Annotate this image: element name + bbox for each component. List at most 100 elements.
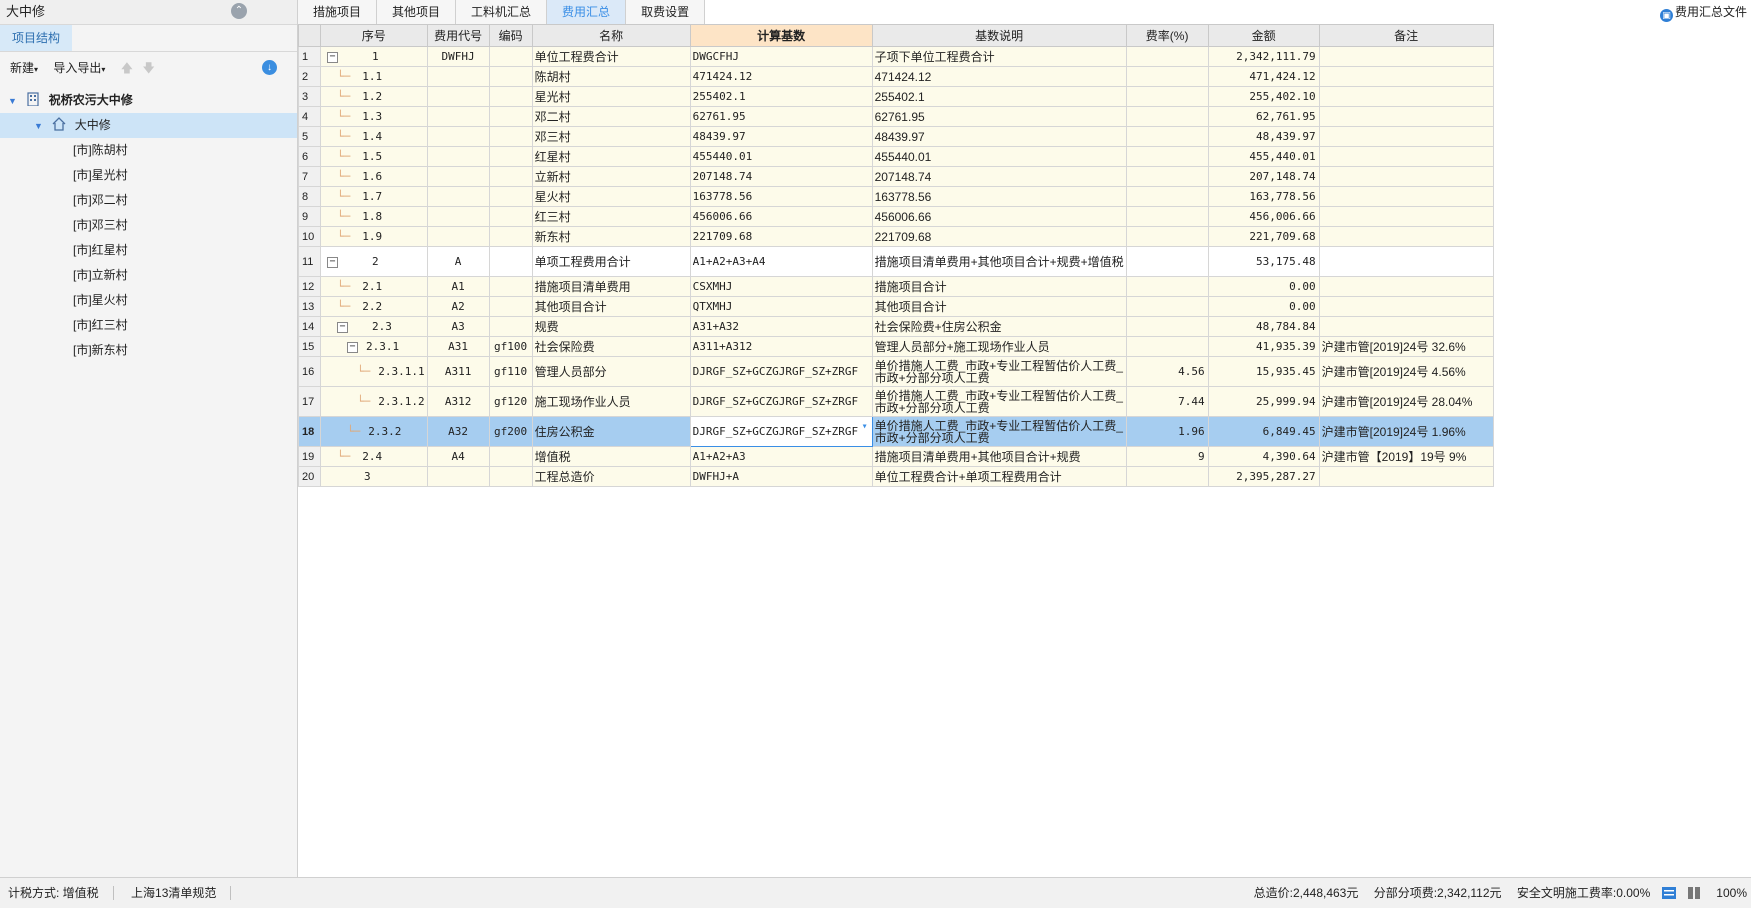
view-list-icon[interactable] [1661, 887, 1676, 899]
cell-name[interactable]: 其他项目合计 [531, 296, 691, 317]
cell-name[interactable]: 管理人员部分 [531, 356, 691, 387]
cell-base[interactable]: DJRGF_SZ+GCZGJRGF_SZ+ZRGF [689, 386, 873, 417]
tab-3[interactable]: 工料机汇总 [456, 0, 548, 24]
cell-name[interactable]: 立新村 [531, 166, 691, 187]
cell-desc[interactable]: 管理人员部分+施工现场作业人员 [871, 336, 1127, 357]
cell-name[interactable]: 工程总造价 [531, 466, 691, 487]
table-row[interactable]: 2 └─ 1.1 陈胡村 471424.12 471424.12 471,424.12 [298, 66, 1494, 87]
cell-name[interactable]: 单项工程费用合计 [531, 246, 691, 277]
row-number[interactable]: 10 [298, 226, 321, 247]
cell-amount[interactable]: 48,439.97 [1207, 126, 1320, 147]
cell-bm[interactable] [488, 246, 533, 277]
cell-base[interactable]: 255402.1 [689, 86, 873, 107]
cell-base[interactable]: A311+A312 [689, 336, 873, 357]
column-header[interactable]: 编码 [488, 24, 533, 47]
cell-note[interactable] [1318, 466, 1494, 487]
cell-note[interactable]: 沪建市管[2019]24号 4.56% [1318, 356, 1494, 387]
table-row[interactable]: 16 └─ 2.3.1.1 A311 gf110 管理人员部分 DJRGF_SZ+GCZGJ… [298, 356, 1494, 387]
row-number[interactable]: 6 [298, 146, 321, 167]
cell-amount[interactable]: 255,402.10 [1207, 86, 1320, 107]
cell-rate[interactable]: 9 [1125, 446, 1209, 467]
table-row[interactable]: 10 └─ 1.9 新东村 221709.68 221709.68 221,709.68 [298, 226, 1494, 247]
cell-rate[interactable] [1125, 46, 1209, 67]
cell-code[interactable] [426, 166, 490, 187]
cell-amount[interactable]: 0.00 [1207, 276, 1320, 297]
row-number[interactable]: 2 [298, 66, 321, 87]
tree-item-village[interactable]: [市]星火村 [0, 288, 297, 313]
tree-root[interactable]: ▼ 祝桥农污大中修 [0, 88, 297, 113]
cell-desc[interactable]: 221709.68 [871, 226, 1127, 247]
cell-note[interactable] [1318, 106, 1494, 127]
cell-rate[interactable] [1125, 276, 1209, 297]
tab-1[interactable]: 措施项目 [298, 0, 378, 24]
cell-desc[interactable]: 措施项目清单费用+其他项目合计+规费 [871, 446, 1127, 467]
table-row[interactable]: 19 └─ 2.4 A4 增值税 A1+A2+A3 措施项目清单费用+其他项目合计+规费 9 4… [298, 446, 1494, 467]
collapse-toggle-icon[interactable]: − [327, 256, 338, 268]
cell-desc[interactable]: 456006.66 [871, 206, 1127, 227]
cell-amount[interactable]: 0.00 [1207, 296, 1320, 317]
cell-amount[interactable]: 456,006.66 [1207, 206, 1320, 227]
row-number[interactable]: 17 [298, 386, 321, 417]
collapse-toggle-icon[interactable]: − [337, 321, 348, 333]
cell-code[interactable]: A311 [426, 356, 490, 387]
cell-name[interactable]: 增值税 [531, 446, 691, 467]
cell-name[interactable]: 红星村 [531, 146, 691, 167]
cell-rate[interactable] [1125, 186, 1209, 207]
cell-rate[interactable] [1125, 86, 1209, 107]
table-row[interactable]: 15−2.3.1 A31 gf100 社会保险费 A311+A312 管理人员部分+施工现… [298, 336, 1494, 357]
row-number[interactable]: 3 [298, 86, 321, 107]
table-row[interactable]: 1−1 DWFHJ 单位工程费合计 DWGCFHJ 子项下单位工程费合计 2,342,11… [298, 46, 1494, 67]
cell-desc[interactable]: 255402.1 [871, 86, 1127, 107]
cell-note[interactable]: 沪建市管[2019]24号 28.04% [1318, 386, 1494, 417]
import-export-dropdown[interactable]: 导入导出▾ [53, 61, 105, 75]
cell-name[interactable]: 社会保险费 [531, 336, 691, 357]
cell-bm[interactable] [488, 446, 533, 467]
cell-amount[interactable]: 62,761.95 [1207, 106, 1320, 127]
column-header[interactable]: 金额 [1207, 24, 1320, 47]
cell-amount[interactable]: 15,935.45 [1207, 356, 1320, 387]
cell-base[interactable]: DWGCFHJ [689, 46, 873, 67]
cell-bm[interactable] [488, 206, 533, 227]
row-number[interactable]: 15 [298, 336, 321, 357]
cell-name[interactable]: 措施项目清单费用 [531, 276, 691, 297]
cell-desc[interactable]: 单价措施人工费_市政+专业工程暂估价人工费_市政+分部分项人工费 [871, 386, 1127, 417]
table-row[interactable]: 9 └─ 1.8 红三村 456006.66 456006.66 456,006.66 [298, 206, 1494, 227]
tree-item-village[interactable]: [市]邓二村 [0, 188, 297, 213]
table-row[interactable]: 17 └─ 2.3.1.2 A312 gf120 施工现场作业人员 DJRGF_SZ+GCZ… [298, 386, 1494, 417]
tree-item-village[interactable]: [市]新东村 [0, 338, 297, 363]
table-row[interactable]: 13 └─ 2.2 A2 其他项目合计 QTXMHJ 其他项目合计 0.00 [298, 296, 1494, 317]
cell-name[interactable]: 施工现场作业人员 [531, 386, 691, 417]
cell-note[interactable] [1318, 206, 1494, 227]
cell-note[interactable] [1318, 316, 1494, 337]
cell-amount[interactable]: 455,440.01 [1207, 146, 1320, 167]
collapse-toggle-icon[interactable]: − [327, 51, 338, 63]
cell-desc[interactable]: 社会保险费+住房公积金 [871, 316, 1127, 337]
cell-name[interactable]: 星光村 [531, 86, 691, 107]
cell-amount[interactable]: 163,778.56 [1207, 186, 1320, 207]
cell-bm[interactable]: gf120 [488, 386, 533, 417]
cell-code[interactable] [426, 106, 490, 127]
cell-rate[interactable]: 4.56 [1125, 356, 1209, 387]
row-number[interactable]: 12 [298, 276, 321, 297]
cell-desc[interactable]: 子项下单位工程费合计 [871, 46, 1127, 67]
cell-desc[interactable]: 48439.97 [871, 126, 1127, 147]
cell-note[interactable] [1318, 246, 1494, 277]
cell-rate[interactable] [1125, 166, 1209, 187]
cell-bm[interactable]: gf100 [488, 336, 533, 357]
table-row[interactable]: 12 └─ 2.1 A1 措施项目清单费用 CSXMHJ 措施项目合计 0.00 [298, 276, 1494, 297]
cell-name[interactable]: 规费 [531, 316, 691, 337]
cell-name[interactable]: 新东村 [531, 226, 691, 247]
cell-note[interactable]: 沪建市管【2019】19号 9% [1318, 446, 1494, 467]
cell-code[interactable]: A2 [426, 296, 490, 317]
collapse-toggle-icon[interactable]: − [347, 341, 358, 353]
table-row[interactable]: 18 └─ 2.3.2 A32 gf200 住房公积金 DJRGF_SZ+GCZGJRGF_… [298, 416, 1494, 447]
cell-seq[interactable]: −1 [320, 46, 428, 67]
tree-item-selected[interactable]: ▼ 大中修 [0, 113, 297, 138]
row-number[interactable]: 11 [298, 246, 321, 277]
cell-bm[interactable] [488, 226, 533, 247]
table-row[interactable]: 5 └─ 1.4 邓三村 48439.97 48439.97 48,439.97 [298, 126, 1494, 147]
column-header[interactable]: 费用代号 [426, 24, 490, 47]
cell-base[interactable]: 456006.66 [689, 206, 873, 227]
cell-note[interactable] [1318, 226, 1494, 247]
table-row[interactable]: 11−2 A 单项工程费用合计 A1+A2+A3+A4 措施项目清单费用+其他项目合计+… [298, 246, 1494, 277]
